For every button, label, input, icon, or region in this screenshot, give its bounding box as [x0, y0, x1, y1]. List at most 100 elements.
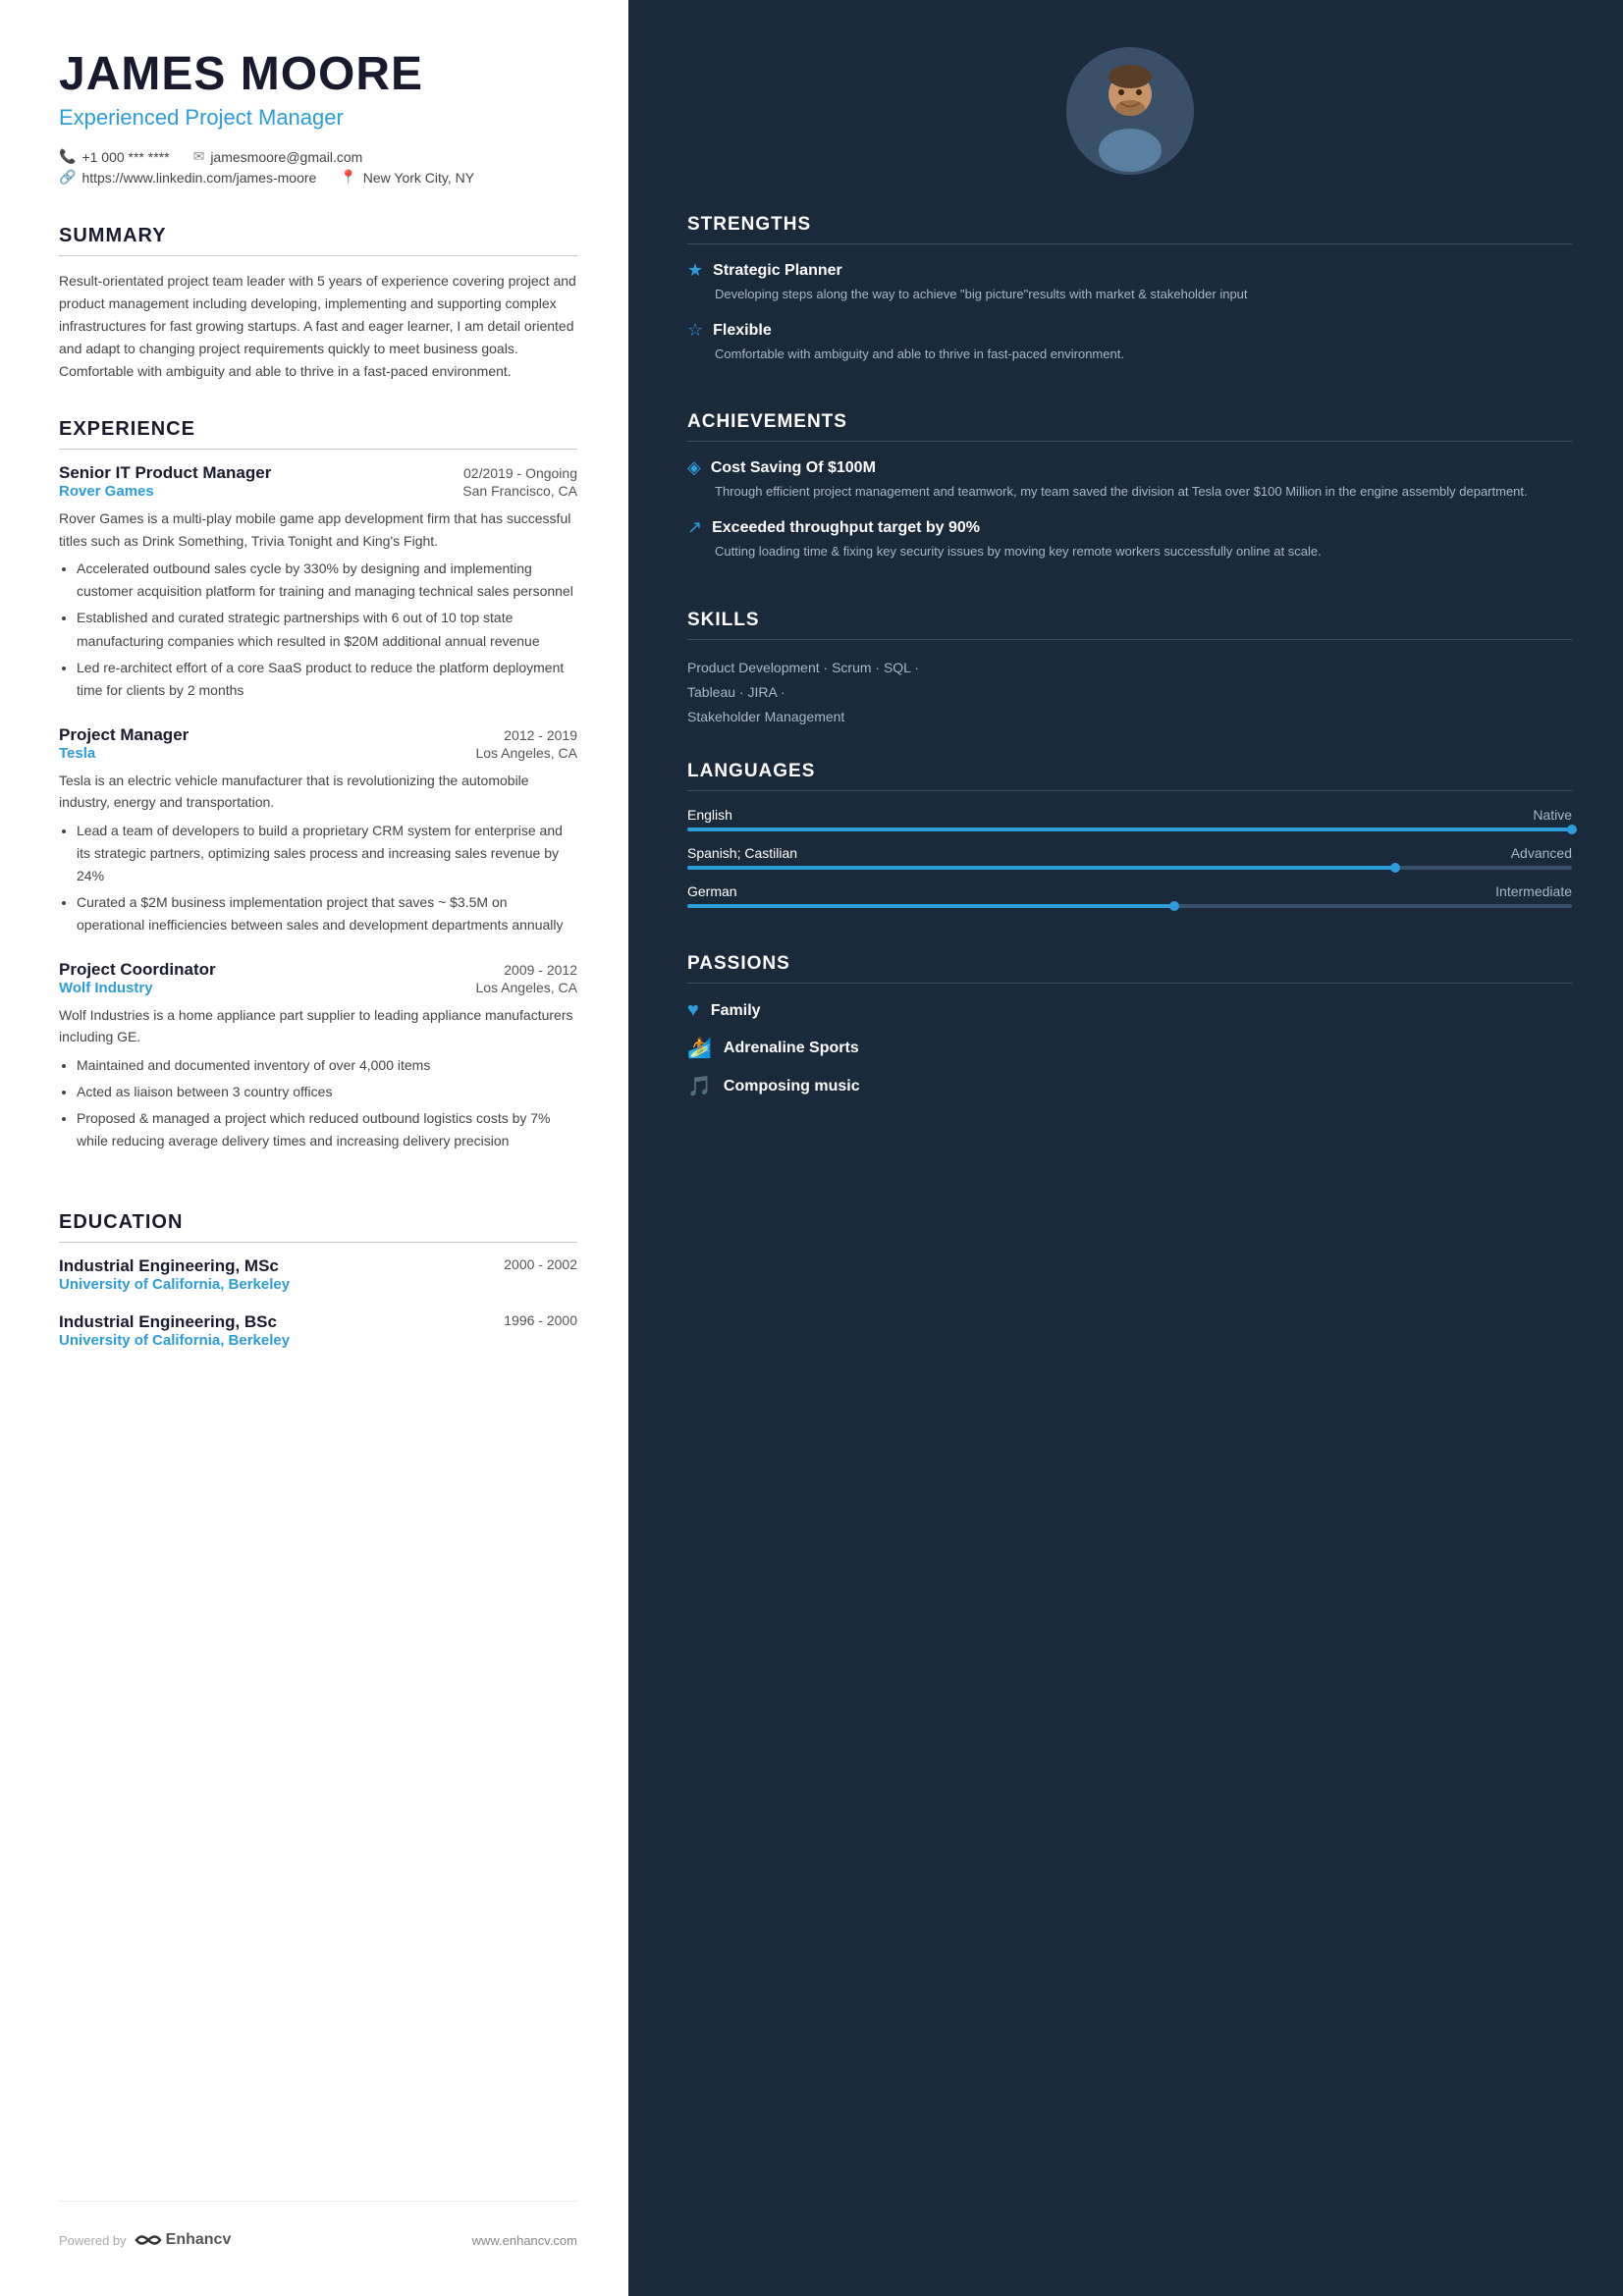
experience-section: EXPERIENCE Senior IT Product Manager 02/… [59, 418, 577, 1176]
exp-header-0: Senior IT Product Manager 02/2019 - Ongo… [59, 463, 577, 483]
star-filled-icon: ★ [687, 260, 703, 281]
languages-section: LANGUAGES English Native Spanish; Castil… [687, 761, 1572, 922]
contact-row: 📞 +1 000 *** **** ✉ jamesmoore@gmail.com [59, 148, 577, 165]
strength-item-1: ☆ Flexible Comfortable with ambiguity an… [687, 320, 1572, 364]
achievements-title: ACHIEVEMENTS [687, 411, 1572, 442]
exp-location-1: Los Angeles, CA [475, 745, 577, 762]
passions-section: PASSIONS ♥ Family 🏄 Adrenaline Sports 🎵 … [687, 953, 1572, 1112]
phone-value: +1 000 *** **** [81, 149, 169, 165]
footer: Powered by Enhancv www.enhancv.com [59, 2201, 577, 2249]
lang-bar-fill-2 [687, 904, 1174, 908]
passion-name-1: Adrenaline Sports [724, 1040, 859, 1057]
lang-name-0: English [687, 807, 732, 823]
passion-name-2: Composing music [724, 1078, 860, 1095]
lang-row-2: German Intermediate [687, 883, 1572, 899]
left-column: JAMES MOORE Experienced Project Manager … [0, 0, 628, 2296]
strength-desc-0: Developing steps along the way to achiev… [687, 285, 1572, 304]
lang-level-1: Advanced [1511, 845, 1572, 861]
summary-text: Result-orientated project team leader wi… [59, 270, 577, 383]
exp-location-0: San Francisco, CA [462, 483, 577, 500]
skills-title: SKILLS [687, 610, 1572, 640]
location-item: 📍 New York City, NY [340, 169, 474, 186]
edu-degree-1: Industrial Engineering, BSc [59, 1312, 277, 1332]
passions-title: PASSIONS [687, 953, 1572, 984]
edu-school-1: University of California, Berkeley [59, 1332, 577, 1349]
achievement-desc-1: Cutting loading time & fixing key securi… [687, 542, 1572, 561]
exp-company-row-0: Rover Games San Francisco, CA [59, 483, 577, 500]
exp-company-row-2: Wolf Industry Los Angeles, CA [59, 980, 577, 996]
contact-row-2: 🔗 https://www.linkedin.com/james-moore 📍… [59, 169, 577, 186]
exp-header-2: Project Coordinator 2009 - 2012 [59, 960, 577, 980]
exp-role-2: Project Coordinator [59, 960, 216, 980]
strengths-section: STRENGTHS ★ Strategic Planner Developing… [687, 214, 1572, 380]
strength-desc-1: Comfortable with ambiguity and able to t… [687, 345, 1572, 364]
candidate-name: JAMES MOORE [59, 47, 577, 101]
lang-bar-bg-1 [687, 866, 1572, 870]
achievement-header-1: ↗ Exceeded throughput target by 90% [687, 517, 1572, 538]
experience-title: EXPERIENCE [59, 418, 577, 450]
exp-entry-2: Project Coordinator 2009 - 2012 Wolf Ind… [59, 960, 577, 1152]
lang-level-0: Native [1533, 807, 1572, 823]
lang-name-1: Spanish; Castilian [687, 845, 797, 861]
exp-desc-0: Rover Games is a multi-play mobile game … [59, 507, 577, 552]
exp-bullets-0: Accelerated outbound sales cycle by 330%… [59, 558, 577, 702]
exp-entry-1: Project Manager 2012 - 2019 Tesla Los An… [59, 725, 577, 936]
music-icon: 🎵 [687, 1074, 712, 1098]
lang-bar-dot-2 [1169, 901, 1179, 911]
exp-bullet-2-2: Proposed & managed a project which reduc… [77, 1107, 577, 1152]
lang-item-1: Spanish; Castilian Advanced [687, 845, 1572, 870]
edu-header-0: Industrial Engineering, MSc 2000 - 2002 [59, 1256, 577, 1276]
strength-name-0: Strategic Planner [713, 262, 842, 280]
location-icon: 📍 [340, 169, 356, 186]
lang-bar-bg-0 [687, 828, 1572, 831]
exp-entry-0: Senior IT Product Manager 02/2019 - Ongo… [59, 463, 577, 701]
achievement-desc-0: Through efficient project management and… [687, 482, 1572, 502]
lang-bar-dot-1 [1390, 863, 1400, 873]
exp-header-1: Project Manager 2012 - 2019 [59, 725, 577, 745]
strength-header-0: ★ Strategic Planner [687, 260, 1572, 281]
avatar-container [687, 47, 1572, 175]
strength-name-1: Flexible [713, 322, 772, 340]
skills-section: SKILLS Product Development · Scrum · SQL… [687, 610, 1572, 730]
passion-item-1: 🏄 Adrenaline Sports [687, 1036, 1572, 1060]
email-value: jamesmoore@gmail.com [210, 149, 362, 165]
footer-website: www.enhancv.com [472, 2233, 577, 2248]
passion-item-0: ♥ Family [687, 999, 1572, 1022]
email-icon: ✉ [193, 148, 205, 165]
candidate-title: Experienced Project Manager [59, 105, 577, 131]
lang-name-2: German [687, 883, 737, 899]
exp-bullet-2-1: Acted as liaison between 3 country offic… [77, 1081, 577, 1103]
phone-icon: 📞 [59, 148, 76, 165]
star-outline-icon: ☆ [687, 320, 703, 341]
brand-name: Enhancv [166, 2231, 232, 2249]
exp-bullet-0-2: Led re-architect effort of a core SaaS p… [77, 657, 577, 702]
exp-desc-1: Tesla is an electric vehicle manufacture… [59, 770, 577, 814]
summary-section: SUMMARY Result-orientated project team l… [59, 225, 577, 383]
exp-bullet-1-0: Lead a team of developers to build a pro… [77, 820, 577, 887]
education-section: EDUCATION Industrial Engineering, MSc 20… [59, 1211, 577, 1368]
exp-bullets-2: Maintained and documented inventory of o… [59, 1054, 577, 1152]
edu-entry-1: Industrial Engineering, BSc 1996 - 2000 … [59, 1312, 577, 1349]
heart-icon: ♥ [687, 999, 699, 1022]
languages-title: LANGUAGES [687, 761, 1572, 791]
lang-bar-bg-2 [687, 904, 1572, 908]
right-column: STRENGTHS ★ Strategic Planner Developing… [628, 0, 1623, 2296]
lang-row-1: Spanish; Castilian Advanced [687, 845, 1572, 861]
exp-dates-2: 2009 - 2012 [504, 962, 577, 978]
linkedin-value: https://www.linkedin.com/james-moore [81, 170, 316, 186]
exp-company-0: Rover Games [59, 483, 154, 500]
avatar-image [1066, 47, 1194, 175]
skills-text: Product Development · Scrum · SQL ·Table… [687, 656, 1572, 730]
edu-school-0: University of California, Berkeley [59, 1276, 577, 1293]
passion-item-2: 🎵 Composing music [687, 1074, 1572, 1098]
powered-by-text: Powered by [59, 2233, 127, 2248]
achievement-item-1: ↗ Exceeded throughput target by 90% Cutt… [687, 517, 1572, 561]
strengths-title: STRENGTHS [687, 214, 1572, 244]
lang-item-2: German Intermediate [687, 883, 1572, 908]
lang-bar-dot-0 [1567, 825, 1577, 834]
footer-left: Powered by Enhancv [59, 2231, 231, 2249]
arrow-up-icon: ↗ [687, 517, 702, 538]
lang-level-2: Intermediate [1495, 883, 1572, 899]
header: JAMES MOORE Experienced Project Manager … [59, 47, 577, 189]
achievements-section: ACHIEVEMENTS ◈ Cost Saving Of $100M Thro… [687, 411, 1572, 577]
